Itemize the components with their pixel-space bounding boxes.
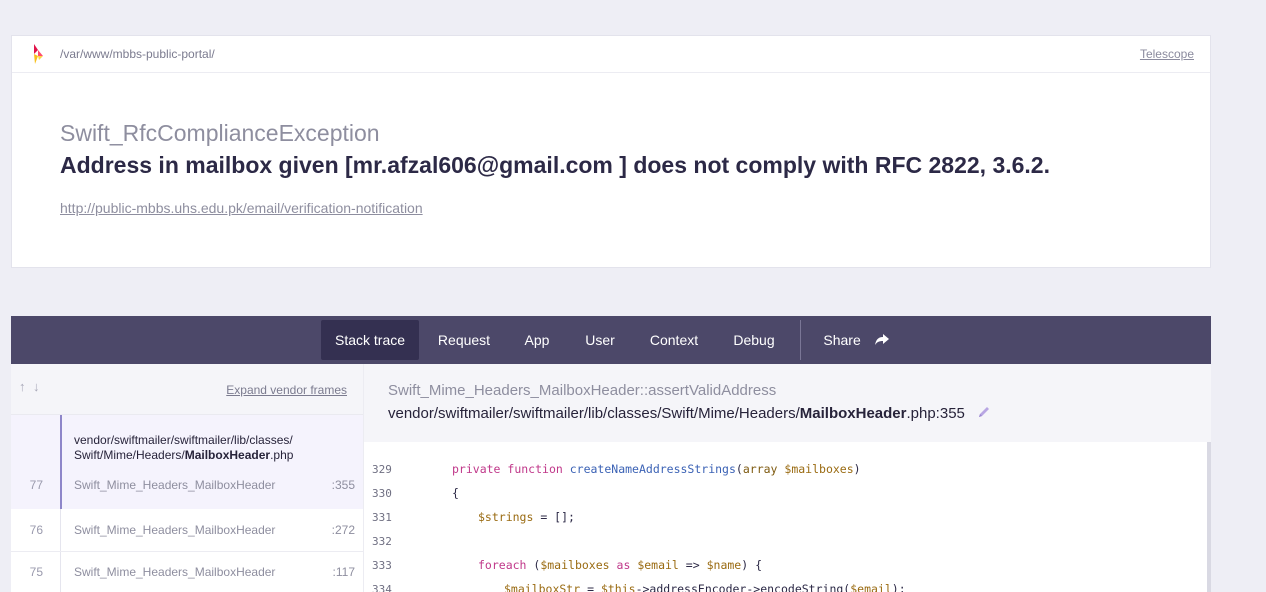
project-path: /var/www/mbbs-public-portal/: [60, 47, 215, 61]
share-arrow-icon: [874, 333, 889, 345]
frame-line: :117: [332, 565, 355, 579]
frame-file-path: vendor/swiftmailer/swiftmailer/lib/class…: [388, 405, 991, 422]
arrow-up-icon[interactable]: ↑: [19, 379, 26, 394]
stack-frame-row[interactable]: 75 Swift_Mime_Headers_MailboxHeader :117: [11, 551, 363, 592]
exception-card: /var/www/mbbs-public-portal/ Telescope S…: [11, 35, 1211, 268]
code-line: 331 $strings = [];: [372, 510, 575, 524]
exception-class: Swift_RfcComplianceException: [60, 120, 380, 146]
tab-divider: [800, 320, 801, 360]
arrow-down-icon[interactable]: ↓: [33, 379, 40, 394]
share-button[interactable]: Share: [811, 320, 901, 360]
tab-app[interactable]: App: [511, 320, 563, 360]
share-label: Share: [823, 332, 861, 348]
stack-frame-row[interactable]: 76 Swift_Mime_Headers_MailboxHeader :272: [11, 509, 363, 551]
top-bar: /var/www/mbbs-public-portal/ Telescope: [12, 36, 1210, 73]
code-line: 333 foreach ($mailboxes as $email => $na…: [372, 558, 762, 572]
edit-pencil-icon[interactable]: [977, 405, 991, 419]
telescope-link[interactable]: Telescope: [1140, 47, 1194, 61]
frame-line: :355: [331, 478, 355, 492]
tab-stack-trace[interactable]: Stack trace: [321, 320, 419, 360]
code-line: 329 private function createNameAddressSt…: [372, 462, 861, 476]
ignition-logo-icon: [34, 44, 43, 64]
code-viewer: 329 private function createNameAddressSt…: [364, 442, 1207, 592]
frame-detail-header: Swift_Mime_Headers_MailboxHeader::assert…: [364, 364, 1211, 442]
stack-frames-header: ↑ ↓ Expand vendor frames: [11, 364, 363, 415]
tab-debug[interactable]: Debug: [721, 320, 787, 360]
frame-line: :272: [331, 523, 355, 537]
frame-method: Swift_Mime_Headers_MailboxHeader::assert…: [388, 382, 777, 399]
code-scrollbar[interactable]: [1207, 442, 1211, 592]
tab-bar: Stack trace Request App User Context Deb…: [11, 316, 1211, 364]
tab-user[interactable]: User: [573, 320, 627, 360]
frame-class: Swift_Mime_Headers_MailboxHeader: [74, 478, 276, 492]
active-frame-file: vendor/swiftmailer/swiftmailer/lib/class…: [74, 433, 294, 462]
code-line: 330 {: [372, 486, 459, 500]
tab-context[interactable]: Context: [639, 320, 709, 360]
frame-class: Swift_Mime_Headers_MailboxHeader: [74, 565, 276, 579]
exception-message: Address in mailbox given [mr.afzal606@gm…: [60, 152, 1050, 178]
expand-vendor-frames-link[interactable]: Expand vendor frames: [226, 383, 347, 397]
tab-request[interactable]: Request: [429, 320, 499, 360]
frame-number: 75: [29, 565, 43, 579]
active-frame[interactable]: vendor/swiftmailer/swiftmailer/lib/class…: [11, 415, 363, 509]
active-frame-indicator: [60, 415, 62, 509]
code-line: 332: [372, 535, 392, 548]
frame-class: Swift_Mime_Headers_MailboxHeader: [74, 523, 276, 537]
frame-number: 77: [29, 478, 43, 492]
request-url-link[interactable]: http://public-mbbs.uhs.edu.pk/email/veri…: [60, 200, 423, 216]
stack-frames-panel: ↑ ↓ Expand vendor frames vendor/swiftmai…: [11, 364, 364, 592]
frame-number: 76: [29, 523, 43, 537]
code-line: 334 $mailboxStr = $this->addressEncoder-…: [372, 582, 906, 592]
